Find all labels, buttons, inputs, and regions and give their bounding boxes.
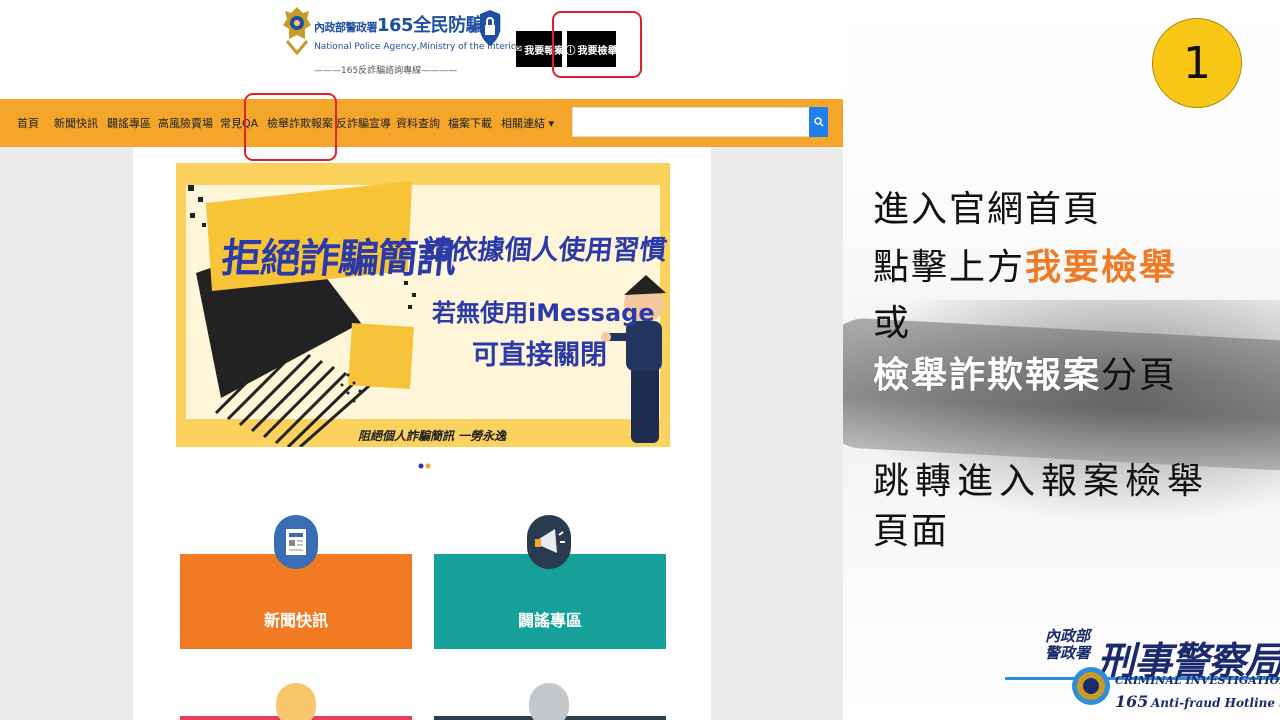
- highlight-report-tip: [552, 11, 642, 78]
- nav-item-links-label: 相關連結: [501, 117, 545, 130]
- nav-item-high-risk[interactable]: 高風險賣場: [158, 115, 213, 131]
- cib-agency-line-2: 警政署: [1045, 644, 1091, 662]
- site-header: 內政部警政署165全民防騙網 National Police Agency,Mi…: [0, 0, 843, 99]
- site-logo[interactable]: 內政部警政署165全民防騙網 National Police Agency,Mi…: [283, 5, 520, 77]
- banner-line-1: 請依據個人使用習慣: [422, 235, 669, 266]
- nav-item-home[interactable]: 首頁: [17, 115, 39, 131]
- carousel-dots[interactable]: [418, 463, 432, 469]
- banner-line-3: 可直接關閉: [472, 340, 607, 371]
- cib-agency-line-1: 內政部: [1045, 627, 1091, 645]
- search-input[interactable]: [572, 107, 810, 137]
- instruction-line-1: 進入官網首頁: [873, 189, 1102, 230]
- logo-subtitle: ———165反詐騙諮詢專線————: [314, 66, 458, 76]
- newspaper-icon: [274, 515, 318, 569]
- megaphone-icon: [527, 515, 571, 569]
- cib-agency: 內政部 警政署: [1045, 628, 1090, 662]
- carousel-dot-2[interactable]: [425, 463, 431, 469]
- instruction-accent: 我要檢舉: [1025, 247, 1178, 288]
- instruction-bold: 檢舉詐欺報案: [873, 355, 1102, 396]
- nav-item-rumor[interactable]: 闢謠專區: [107, 115, 151, 131]
- envelope-icon: ✉: [513, 43, 523, 55]
- instruction-line-2: 點擊上方我要檢舉: [873, 238, 1177, 290]
- cib-logo: 內政部警政署 刑事警察局 CRIMINAL INVESTIGATION BURE…: [1005, 628, 1280, 720]
- step-badge: 1: [1152, 18, 1242, 108]
- document-icon: [276, 683, 316, 720]
- instruction-panel: 1 進入官網首頁 點擊上方我要檢舉 或 檢舉詐欺報案分頁 跳轉進入報案檢舉 頁面…: [843, 0, 1280, 720]
- instruction-line-5: 跳轉進入報案檢舉: [873, 461, 1210, 502]
- instruction-line-2-prefix: 點擊上方: [873, 247, 1026, 288]
- logo-title: 內政部警政署165全民防騙網: [314, 11, 501, 37]
- tile-rumor-label: 闢謠專區: [517, 611, 582, 630]
- cib-seal-icon: [1072, 667, 1110, 705]
- chevron-down-icon: ▾: [548, 117, 555, 130]
- nav-item-news[interactable]: 新聞快訊: [54, 115, 98, 131]
- nav-item-downloads[interactable]: 檔案下載: [448, 115, 492, 131]
- cib-hotline-number: 165: [1115, 692, 1149, 711]
- carousel-dot-1[interactable]: [418, 463, 424, 469]
- nav-item-data-query[interactable]: 資料查詢: [396, 115, 440, 131]
- police-emblem-icon: [283, 7, 311, 55]
- nav-item-links[interactable]: 相關連結 ▾: [501, 115, 554, 131]
- shield-lock-icon: [480, 10, 500, 46]
- main-nav: 首頁 新聞快訊 闢謠專區 高風險賣場 常見QA 檢舉詐欺報案 反詐騙宣導 資料查…: [0, 99, 843, 147]
- instruction-line-4: 檢舉詐欺報案分頁: [873, 346, 1177, 398]
- highlight-nav-report-fraud: [244, 93, 337, 161]
- logo-subtitle-text: 165反詐騙諮詢專線: [341, 66, 422, 76]
- search-icon: [813, 117, 824, 127]
- instruction-line-3: 或: [873, 303, 912, 344]
- search-button[interactable]: [809, 107, 828, 137]
- banner-line-2: 若無使用iMessage: [432, 299, 655, 327]
- logo-agency: 內政部警政署: [314, 21, 378, 34]
- instruction-line-4-suffix: 分頁: [1101, 355, 1178, 396]
- tile-news-label: 新聞快訊: [263, 611, 328, 630]
- phone-icon: [529, 683, 569, 720]
- cib-english: CRIMINAL INVESTIGATION BUREAU: [1115, 674, 1280, 687]
- website-screenshot: 內政部警政署165全民防騙網 National Police Agency,Mi…: [0, 0, 843, 720]
- nav-item-anti-fraud[interactable]: 反詐騙宣導: [336, 115, 391, 131]
- instruction-line-6: 頁面: [873, 511, 950, 552]
- cib-hotline-text: Anti-fraud Hotline Service: [1151, 696, 1280, 710]
- banner-footer: 阻絕個人詐騙簡訊 一勞永逸: [358, 429, 507, 443]
